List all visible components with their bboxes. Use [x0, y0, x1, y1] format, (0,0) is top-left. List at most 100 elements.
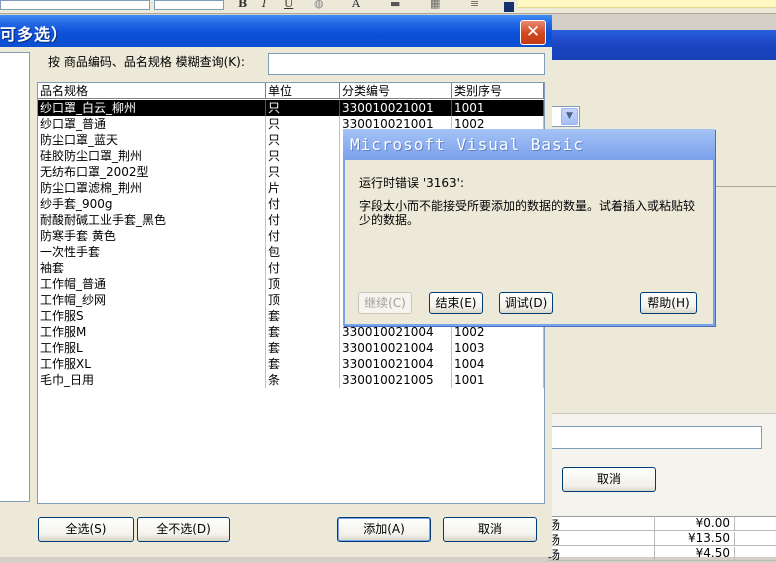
search-input[interactable] [268, 53, 545, 75]
end-button[interactable]: 结束(E) [429, 292, 483, 314]
cell-name: 工作帽_纱网 [38, 292, 266, 308]
font-size-combo[interactable] [154, 0, 224, 10]
fill-color-icon[interactable]: ◍ [314, 0, 324, 10]
cell-name: 耐酸耐碱工业手套_黑色 [38, 212, 266, 228]
cell-unit: 片 [266, 180, 340, 196]
cell-unit: 付 [266, 212, 340, 228]
cell-code: 330010021005 [340, 372, 452, 388]
cell-seq: 1004 [452, 356, 544, 372]
table-row[interactable]: 场 ¥13.50 [548, 531, 776, 547]
cell-seq: 1001 [452, 372, 544, 388]
font-name-combo[interactable] [0, 0, 150, 10]
cell-unit: 只 [266, 132, 340, 148]
cancel-button[interactable]: 取消 [443, 517, 537, 542]
cell-unit: 只 [266, 164, 340, 180]
error-description-text: 字段太小而不能接受所要添加的数据的数量。试着插入或粘贴较少的数据。 [359, 199, 696, 227]
table-cell: ¥0.00 [654, 516, 734, 530]
dialog-titlebar[interactable]: 可多选） ✕ [0, 15, 552, 47]
close-button[interactable]: ✕ [520, 20, 546, 45]
table-row[interactable]: 工作服XL 套 330010021004 1004 [38, 356, 544, 372]
help-button[interactable]: 帮助(H) [640, 292, 697, 314]
background-text-input[interactable] [550, 426, 762, 449]
formatting-toolbar: B I U ◍ A ▬ ▦ ≡ [0, 0, 776, 14]
cell-code: 330010021004 [340, 340, 452, 356]
column-header-name[interactable]: 品名规格 [38, 83, 266, 99]
table-row[interactable]: 场 ¥4.50 [548, 546, 776, 562]
table-cell [734, 517, 776, 531]
cell-name: 纱手套_900g [38, 196, 266, 212]
font-color-icon[interactable]: A [352, 0, 360, 10]
select-all-button[interactable]: 全选(S) [38, 517, 134, 542]
cell-name: 工作服L [38, 340, 266, 356]
cell-name: 防尘口罩_蓝天 [38, 132, 266, 148]
line-color-icon[interactable]: ▬ [390, 0, 400, 10]
cell-name: 硅胶防尘口罩_荆州 [38, 148, 266, 164]
cell-unit: 只 [266, 148, 340, 164]
cell-name: 工作服M [38, 324, 266, 340]
cell-unit: 只 [266, 116, 340, 132]
cell-unit: 套 [266, 356, 340, 372]
table-row[interactable]: 毛巾_日用条 330010021005 1001 [38, 372, 544, 388]
border-icon[interactable]: ▦ [430, 0, 440, 10]
cell-name: 袖套 [38, 260, 266, 276]
table-row[interactable]: 工作服L 套 330010021004 1003 [38, 340, 544, 356]
cell-name: 纱口罩_白云_柳州 [38, 100, 266, 116]
cell-code: 330010021004 [340, 356, 452, 372]
debug-button[interactable]: 调试(D) [499, 292, 553, 314]
cell-unit: 顶 [266, 292, 340, 308]
cell-unit: 只 [266, 100, 340, 116]
cell-seq: 1002 [452, 324, 544, 340]
table-row[interactable]: 工作服M 套 330010021004 1002 [38, 324, 544, 340]
cell-code: 330010021004 [340, 324, 452, 340]
column-header-unit[interactable]: 单位 [266, 83, 340, 99]
dialog-title: 可多选） [0, 25, 69, 44]
background-window-titlebar [548, 30, 776, 60]
cell-name: 防寒手套 黄色 [38, 228, 266, 244]
formula-bar-strip [518, 0, 776, 8]
toolbar-options-icon[interactable] [504, 2, 514, 12]
cell-seq: 1003 [452, 340, 544, 356]
vb-error-titlebar[interactable]: Microsoft Visual Basic [343, 129, 715, 160]
cell-unit: 条 [266, 372, 340, 388]
table-row[interactable]: 纱口罩_白云_柳州只 330010021001 1001 [38, 100, 544, 116]
continue-button: 继续(C) [358, 292, 412, 314]
cell-name: 工作帽_普通 [38, 276, 266, 292]
add-button[interactable]: 添加(A) [337, 517, 431, 542]
category-tree-pane[interactable] [0, 52, 30, 502]
underline-icon[interactable]: U [284, 0, 293, 10]
background-combo-box[interactable]: ▼ [548, 106, 580, 127]
grid-header: 品名规格 单位 分类编号 类别序号 [38, 83, 544, 99]
column-header-seq[interactable]: 类别序号 [452, 83, 544, 99]
cell-name: 工作服S [38, 308, 266, 324]
cell-name: 一次性手套 [38, 244, 266, 260]
search-label: 按 商品编码、品名规格 模糊查询(K): [48, 55, 245, 69]
cell-name: 无纺布口罩_2002型 [38, 164, 266, 180]
close-icon: ✕ [525, 22, 541, 42]
line-style-icon[interactable]: ≡ [470, 0, 479, 10]
table-cell [734, 547, 776, 561]
background-price-table: 场 ¥0.00 场 ¥13.50 场 ¥4.50 [548, 516, 776, 562]
table-row[interactable]: 场 ¥0.00 [548, 516, 776, 532]
cell-name: 工作服XL [38, 356, 266, 372]
error-code-text: 运行时错误 '3163': [359, 176, 464, 190]
cell-unit: 套 [266, 308, 340, 324]
cell-code: 330010021001 [340, 100, 452, 116]
table-cell: ¥4.50 [654, 546, 734, 560]
table-cell [734, 532, 776, 546]
cell-unit: 套 [266, 340, 340, 356]
cell-unit: 顶 [266, 276, 340, 292]
select-none-button[interactable]: 全不选(D) [137, 517, 230, 542]
vb-error-title: Microsoft Visual Basic [350, 135, 584, 154]
table-cell: ¥13.50 [654, 531, 734, 545]
cell-seq: 1001 [452, 100, 544, 116]
vb-error-dialog: Microsoft Visual Basic 运行时错误 '3163': 字段太… [343, 129, 715, 326]
cell-name: 纱口罩_普通 [38, 116, 266, 132]
column-header-code[interactable]: 分类编号 [340, 83, 452, 99]
chevron-down-icon[interactable]: ▼ [561, 108, 578, 125]
background-cancel-button[interactable]: 取消 [562, 467, 656, 492]
cell-name: 防尘口罩滤棉_荆州 [38, 180, 266, 196]
cell-unit: 付 [266, 228, 340, 244]
cell-unit: 付 [266, 260, 340, 276]
italic-icon[interactable]: I [262, 0, 266, 10]
bold-icon[interactable]: B [238, 0, 247, 10]
